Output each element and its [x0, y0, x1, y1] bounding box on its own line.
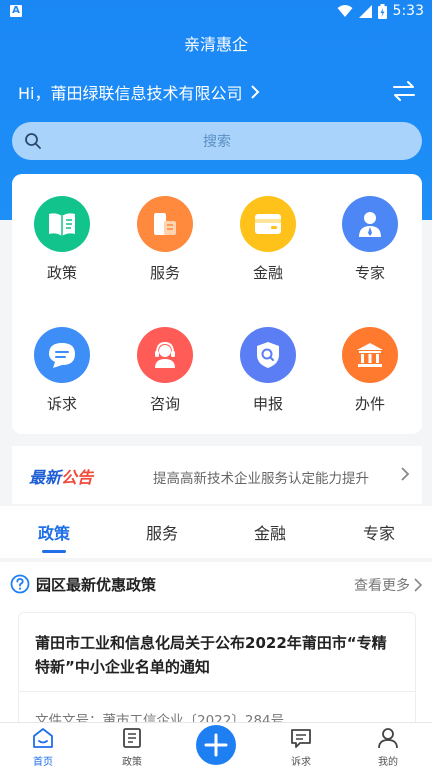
company-name: Hi，莆田绿联信息技术有限公司 — [18, 84, 243, 103]
tabbar-policy[interactable]: 政策 — [107, 727, 157, 768]
tabbar-mine[interactable]: 我的 — [363, 727, 413, 768]
document-icon — [123, 728, 141, 748]
tab-expert[interactable]: 专家 — [339, 520, 419, 544]
chevron-right-icon — [401, 467, 410, 481]
status-icons: 5:33 — [337, 3, 424, 19]
service-grid: 政策 服务 金融 专家 诉求 咨询 申报 办件 — [12, 174, 422, 434]
tabbar-home[interactable]: 首页 — [18, 727, 68, 768]
grid-label: 咨询 — [149, 395, 180, 413]
announcement-text: 提高高新技术企业服务认定能力提升 — [153, 471, 369, 487]
declare-shield-icon — [240, 327, 296, 383]
grid-label: 政策 — [46, 264, 77, 282]
tabbar-appeal[interactable]: 诉求 — [276, 727, 326, 768]
home-icon — [33, 728, 53, 748]
app-title: 亲清惠企 — [183, 35, 248, 54]
switch-arrows-icon[interactable] — [392, 80, 416, 102]
grid-label: 申报 — [252, 395, 283, 413]
grid-item-consult[interactable]: 咨询 — [125, 327, 205, 414]
company-selector[interactable]: Hi，莆田绿联信息技术有限公司 — [18, 80, 260, 104]
add-button[interactable] — [196, 725, 236, 765]
search-placeholder: 搜索 — [203, 134, 231, 150]
signal-icon — [358, 4, 372, 18]
search-icon — [25, 133, 41, 149]
tabbar-label: 首页 — [33, 757, 53, 768]
announcement-logo-part2: 公告 — [61, 468, 94, 487]
app-badge: A — [10, 5, 22, 17]
grid-item-expert[interactable]: 专家 — [330, 196, 410, 283]
grid-item-service[interactable]: 服务 — [125, 196, 205, 283]
expert-person-icon — [342, 196, 398, 252]
tab-active-indicator — [42, 550, 66, 553]
bottom-tab-bar: 首页 政策 诉求 我的 — [0, 722, 432, 768]
section-title: 园区最新优惠政策 — [36, 576, 157, 594]
office-bank-icon — [342, 327, 398, 383]
tab-finance[interactable]: 金融 — [230, 520, 310, 544]
policy-book-icon — [34, 196, 90, 252]
user-icon — [378, 728, 398, 749]
view-more-link[interactable]: 查看更多 — [354, 575, 422, 595]
grid-item-declare[interactable]: 申报 — [228, 327, 308, 414]
finance-wallet-icon — [240, 196, 296, 252]
appeal-chat-icon — [34, 327, 90, 383]
tabbar-label: 诉求 — [291, 757, 311, 768]
grid-item-finance[interactable]: 金融 — [228, 196, 308, 283]
announcement-logo: 最新公告 — [29, 464, 93, 488]
announcement-logo-part1: 最新 — [29, 468, 62, 487]
policy-card[interactable]: 莆田市工业和信息化局关于公布2022年莆田市“专精特新”中小企业名单的通知 文件… — [18, 612, 416, 732]
message-icon — [291, 729, 311, 748]
grid-label: 专家 — [354, 264, 385, 282]
consult-headset-icon — [137, 327, 193, 383]
wifi-icon — [337, 5, 353, 17]
divider — [19, 691, 415, 692]
plus-icon — [204, 733, 228, 757]
announcement-bar[interactable]: 最新公告 提高高新技术企业服务认定能力提升 — [12, 446, 422, 504]
view-more-label: 查看更多 — [354, 578, 410, 594]
grid-item-policy[interactable]: 政策 — [22, 196, 102, 283]
grid-label: 诉求 — [46, 395, 77, 413]
battery-icon — [377, 3, 387, 19]
chevron-right-icon — [414, 578, 422, 592]
chevron-right-icon — [251, 85, 260, 99]
grid-item-appeal[interactable]: 诉求 — [22, 327, 102, 414]
category-tabs: 政策 服务 金融 专家 — [0, 506, 432, 558]
status-time: 5:33 — [392, 3, 424, 19]
tab-service[interactable]: 服务 — [122, 520, 202, 544]
tabbar-label: 政策 — [122, 757, 142, 768]
service-building-icon — [137, 196, 193, 252]
grid-item-office[interactable]: 办件 — [330, 327, 410, 414]
tabbar-label: 我的 — [378, 757, 398, 768]
grid-label: 金融 — [252, 264, 283, 282]
grid-label: 服务 — [149, 264, 180, 282]
policy-title: 莆田市工业和信息化局关于公布2022年莆田市“专精特新”中小企业名单的通知 — [35, 634, 387, 676]
search-input[interactable]: 搜索 — [12, 122, 422, 160]
tab-policy[interactable]: 政策 — [14, 520, 94, 544]
status-bar: A 5:33 — [0, 0, 432, 24]
question-circle-icon — [10, 574, 30, 594]
grid-label: 办件 — [354, 395, 385, 413]
